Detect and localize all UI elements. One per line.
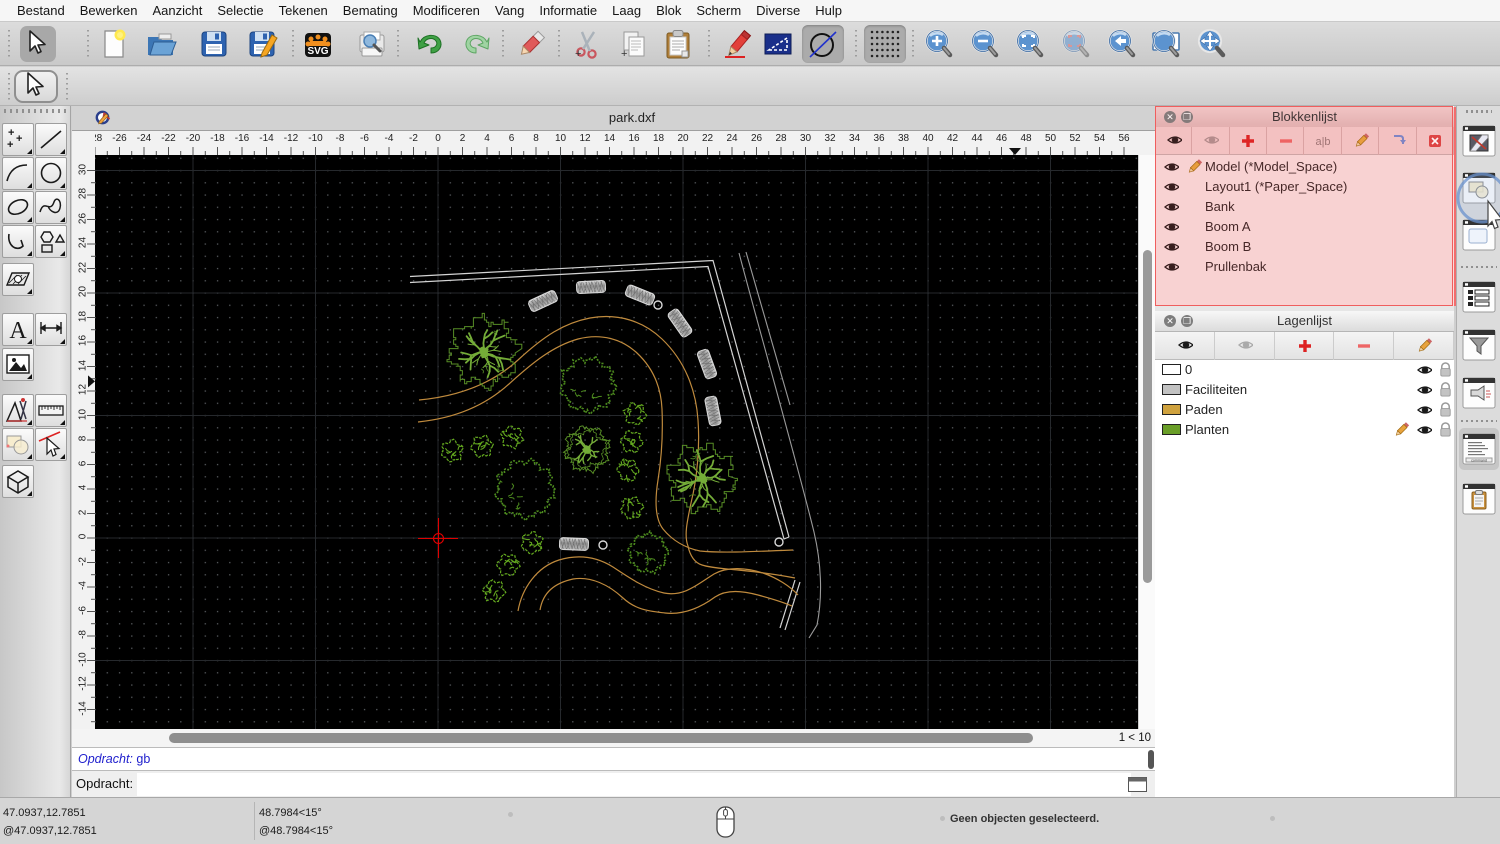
svg-text:+: + [7, 139, 13, 151]
svg-text:+: + [575, 48, 581, 60]
svg-text:+: + [621, 48, 627, 60]
svg-text:SVG: SVG [307, 46, 328, 57]
svg-text:+: + [8, 127, 14, 139]
svg-text:+: + [16, 133, 22, 145]
svg-text:A: A [9, 318, 27, 344]
svg-text:command: command [1471, 459, 1487, 463]
